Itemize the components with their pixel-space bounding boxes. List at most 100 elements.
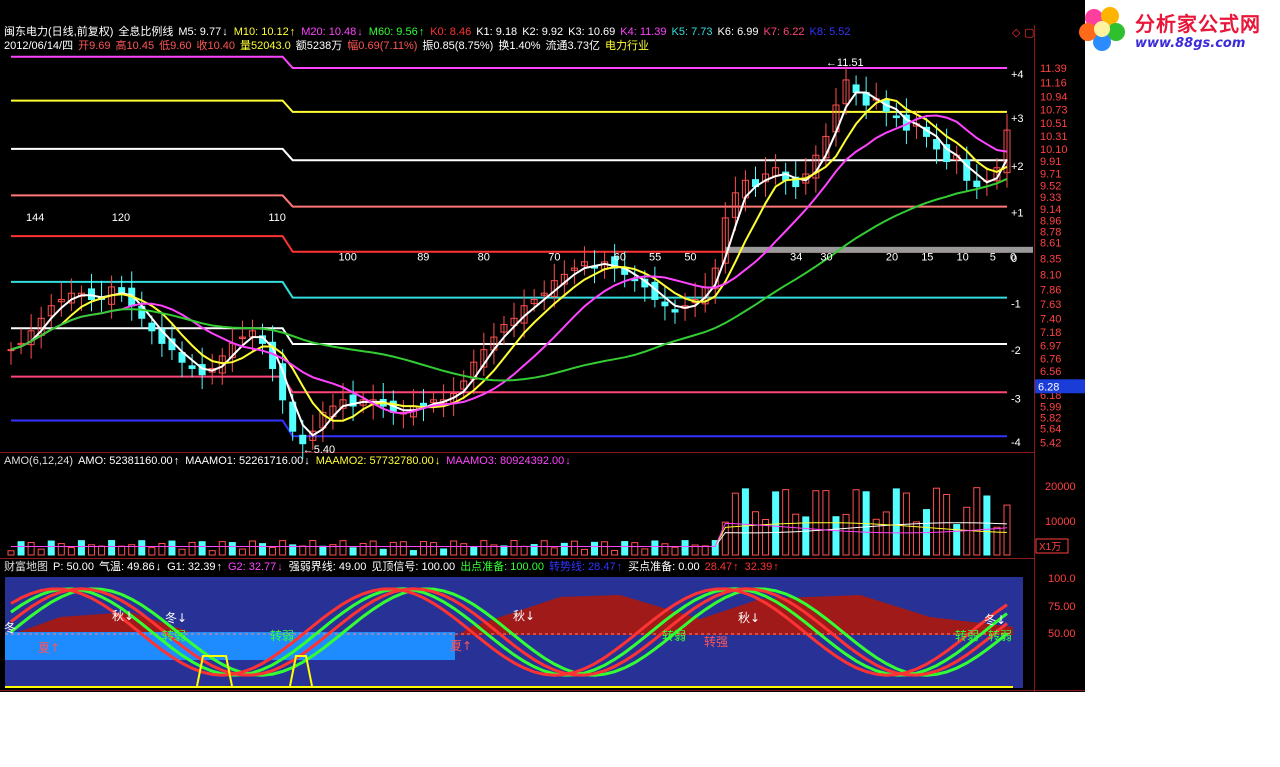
trend-arrow-icon: ↑ [216,561,222,573]
season-label: 秋↓ [513,609,535,623]
volume-bar [188,541,196,556]
volume-bar [349,547,357,556]
amo-value: AMO: 52381160.00 [78,455,173,467]
volume-bar [983,495,991,556]
candle-body [933,139,941,150]
volume-bar [601,541,609,556]
volume-bar [882,511,890,556]
countdown-label: 144 [26,212,44,224]
candle-body [188,365,196,369]
volume-bar [379,548,387,556]
season-label: 秋↓ [112,609,134,623]
volume-bar [641,548,649,556]
wealth-map-value: 转势线: 28.47 [548,561,616,573]
season-label: 转强 [704,634,728,649]
price-tick: 11.16 [1040,77,1067,89]
current-price-value: 6.28 [1038,381,1059,393]
volume-bar [681,540,689,556]
price-tick: 10.10 [1040,144,1068,156]
volume-bar [37,548,45,556]
volume-bar [108,540,116,556]
volume-bar [399,541,407,556]
price-tick: 7.18 [1040,327,1061,339]
volume-bar [1003,504,1011,556]
countdown-label: 34 [790,252,802,264]
volume-bar [540,540,548,556]
countdown-label: 60 [614,252,626,264]
volume-bar [118,545,126,556]
volume-bar [158,542,166,556]
volume-bar [7,550,15,556]
volume-bar [168,540,176,556]
wealth-map-value: 28.47 [704,561,733,573]
volume-bar [892,488,900,556]
price-tick: 5.82 [1040,412,1061,424]
trend-arrow-icon: ↑ [773,561,779,573]
season-label: 转弱 [988,628,1012,643]
volume-bar [17,541,25,556]
price-tick: 11.39 [1040,63,1067,75]
level-label: +4 [1011,69,1024,81]
volume-bar [550,547,558,556]
wealth-tick: 50.00 [1048,628,1076,640]
volume-bar [661,543,669,556]
price-tick: 10.94 [1040,91,1068,103]
countdown-label: 20 [886,252,898,264]
price-tick: 6.56 [1040,366,1061,378]
countdown-label: 10 [956,252,968,264]
wealth-map-value: P: 50.00 [53,561,94,573]
volume-bar [27,542,35,556]
season-label: 秋↓ [738,611,760,625]
countdown-label: 15 [921,252,933,264]
volume-bar [631,542,639,556]
volume-bar [741,488,749,556]
watermark-title: 分析家公式网 [1135,12,1261,36]
wealth-map-value: 出点准备: 100.00 [460,561,544,573]
volume-bar [319,545,327,556]
season-label: 转弱 [662,628,686,643]
volume-bar [500,545,508,556]
volume-bar [993,526,1001,556]
price-tick: 9.91 [1040,156,1061,168]
wealth-tick: 100.0 [1048,573,1076,585]
volume-bar [580,548,588,556]
volume-bar [198,541,206,556]
candle-body [671,309,679,313]
season-label: 夏↑ [450,639,472,653]
countdown-label: 55 [649,252,661,264]
volume-bar [248,540,256,556]
volume-bar [560,542,568,556]
level-label: -2 [1011,345,1021,357]
trend-arrow-icon: ↑ [173,455,180,467]
trend-arrow-icon: ↓ [155,561,162,573]
trading-window: 闽东电力(日线,前复权) 全息比例线 M5: 9.77↓ M10: 10.12↑ M20… [0,0,1085,692]
volume-tick: 20000 [1045,481,1076,493]
volume-bar [67,547,75,556]
volume-bar [621,541,629,556]
volume-bar [228,542,236,556]
level-line-k5 [11,280,1007,299]
candle-body [148,322,156,332]
volume-bar [339,540,347,556]
trend-arrow-icon: ↓ [434,455,441,467]
volume-bar [77,540,85,556]
price-tick: 8.35 [1040,254,1061,266]
volume-bar [570,540,578,556]
volume-bar [852,489,860,556]
countdown-label: 120 [112,212,130,224]
wealth-map-value: 32.39 [744,561,773,573]
level-label: +1 [1011,208,1024,220]
volume-bar [651,540,659,556]
volume-bar [782,489,790,556]
price-tick: 10.31 [1040,131,1068,143]
price-tick: 9.71 [1040,168,1061,180]
trend-arrow-icon: ↓ [565,455,571,467]
volume-bar [369,540,377,556]
volume-bar [309,540,317,556]
volume-unit: X1万 [1039,542,1061,553]
countdown-label: 89 [417,252,429,264]
price-tick: 10.73 [1040,104,1068,116]
trend-arrow-icon: ↓ [277,561,283,573]
high-price-label: ←11.51 [826,57,864,69]
volume-bar [138,540,146,556]
